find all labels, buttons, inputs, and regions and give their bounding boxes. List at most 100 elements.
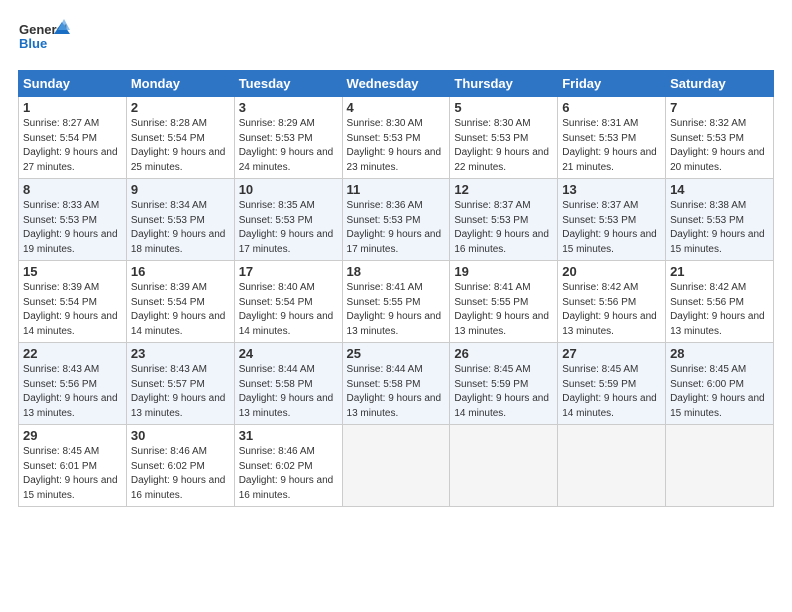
day-info: Sunrise: 8:45 AM Sunset: 5:59 PM Dayligh… xyxy=(562,363,661,421)
day-number: 1 xyxy=(23,100,122,115)
day-cell-31: 31 Sunrise: 8:46 AM Sunset: 6:02 PM Dayl… xyxy=(234,425,342,507)
day-number: 23 xyxy=(131,346,230,361)
day-info: Sunrise: 8:46 AM Sunset: 6:02 PM Dayligh… xyxy=(239,445,338,503)
day-cell-12: 12 Sunrise: 8:37 AM Sunset: 5:53 PM Dayl… xyxy=(450,179,558,261)
day-number: 31 xyxy=(239,428,338,443)
calendar-container: General Blue SundayMondayTuesdayWednesda… xyxy=(0,0,792,517)
day-cell-7: 7 Sunrise: 8:32 AM Sunset: 5:53 PM Dayli… xyxy=(666,97,774,179)
day-number: 2 xyxy=(131,100,230,115)
logo: General Blue xyxy=(18,18,70,62)
day-number: 25 xyxy=(347,346,446,361)
day-number: 26 xyxy=(454,346,553,361)
day-number: 4 xyxy=(347,100,446,115)
day-number: 14 xyxy=(670,182,769,197)
day-info: Sunrise: 8:37 AM Sunset: 5:53 PM Dayligh… xyxy=(454,199,553,257)
day-cell-22: 22 Sunrise: 8:43 AM Sunset: 5:56 PM Dayl… xyxy=(19,343,127,425)
day-info: Sunrise: 8:40 AM Sunset: 5:54 PM Dayligh… xyxy=(239,281,338,339)
day-info: Sunrise: 8:41 AM Sunset: 5:55 PM Dayligh… xyxy=(347,281,446,339)
day-info: Sunrise: 8:41 AM Sunset: 5:55 PM Dayligh… xyxy=(454,281,553,339)
header-row: SundayMondayTuesdayWednesdayThursdayFrid… xyxy=(19,71,774,97)
day-info: Sunrise: 8:45 AM Sunset: 6:00 PM Dayligh… xyxy=(670,363,769,421)
day-cell-25: 25 Sunrise: 8:44 AM Sunset: 5:58 PM Dayl… xyxy=(342,343,450,425)
day-info: Sunrise: 8:28 AM Sunset: 5:54 PM Dayligh… xyxy=(131,117,230,175)
day-cell-29: 29 Sunrise: 8:45 AM Sunset: 6:01 PM Dayl… xyxy=(19,425,127,507)
day-number: 12 xyxy=(454,182,553,197)
header-cell-sunday: Sunday xyxy=(19,71,127,97)
day-number: 3 xyxy=(239,100,338,115)
day-cell-15: 15 Sunrise: 8:39 AM Sunset: 5:54 PM Dayl… xyxy=(19,261,127,343)
day-cell-2: 2 Sunrise: 8:28 AM Sunset: 5:54 PM Dayli… xyxy=(126,97,234,179)
header-cell-friday: Friday xyxy=(558,71,666,97)
day-info: Sunrise: 8:39 AM Sunset: 5:54 PM Dayligh… xyxy=(23,281,122,339)
day-info: Sunrise: 8:36 AM Sunset: 5:53 PM Dayligh… xyxy=(347,199,446,257)
day-number: 11 xyxy=(347,182,446,197)
week-row-5: 29 Sunrise: 8:45 AM Sunset: 6:01 PM Dayl… xyxy=(19,425,774,507)
empty-cell xyxy=(666,425,774,507)
empty-cell xyxy=(450,425,558,507)
day-info: Sunrise: 8:31 AM Sunset: 5:53 PM Dayligh… xyxy=(562,117,661,175)
header-cell-saturday: Saturday xyxy=(666,71,774,97)
day-cell-27: 27 Sunrise: 8:45 AM Sunset: 5:59 PM Dayl… xyxy=(558,343,666,425)
day-info: Sunrise: 8:35 AM Sunset: 5:53 PM Dayligh… xyxy=(239,199,338,257)
header-cell-monday: Monday xyxy=(126,71,234,97)
day-cell-4: 4 Sunrise: 8:30 AM Sunset: 5:53 PM Dayli… xyxy=(342,97,450,179)
day-info: Sunrise: 8:30 AM Sunset: 5:53 PM Dayligh… xyxy=(454,117,553,175)
day-number: 17 xyxy=(239,264,338,279)
day-info: Sunrise: 8:46 AM Sunset: 6:02 PM Dayligh… xyxy=(131,445,230,503)
day-number: 24 xyxy=(239,346,338,361)
day-cell-21: 21 Sunrise: 8:42 AM Sunset: 5:56 PM Dayl… xyxy=(666,261,774,343)
day-info: Sunrise: 8:43 AM Sunset: 5:56 PM Dayligh… xyxy=(23,363,122,421)
day-cell-16: 16 Sunrise: 8:39 AM Sunset: 5:54 PM Dayl… xyxy=(126,261,234,343)
day-cell-10: 10 Sunrise: 8:35 AM Sunset: 5:53 PM Dayl… xyxy=(234,179,342,261)
day-info: Sunrise: 8:42 AM Sunset: 5:56 PM Dayligh… xyxy=(562,281,661,339)
day-number: 15 xyxy=(23,264,122,279)
day-info: Sunrise: 8:32 AM Sunset: 5:53 PM Dayligh… xyxy=(670,117,769,175)
week-row-2: 8 Sunrise: 8:33 AM Sunset: 5:53 PM Dayli… xyxy=(19,179,774,261)
empty-cell xyxy=(342,425,450,507)
header-cell-thursday: Thursday xyxy=(450,71,558,97)
day-cell-14: 14 Sunrise: 8:38 AM Sunset: 5:53 PM Dayl… xyxy=(666,179,774,261)
day-info: Sunrise: 8:43 AM Sunset: 5:57 PM Dayligh… xyxy=(131,363,230,421)
day-number: 7 xyxy=(670,100,769,115)
week-row-1: 1 Sunrise: 8:27 AM Sunset: 5:54 PM Dayli… xyxy=(19,97,774,179)
day-info: Sunrise: 8:38 AM Sunset: 5:53 PM Dayligh… xyxy=(670,199,769,257)
day-cell-17: 17 Sunrise: 8:40 AM Sunset: 5:54 PM Dayl… xyxy=(234,261,342,343)
week-row-3: 15 Sunrise: 8:39 AM Sunset: 5:54 PM Dayl… xyxy=(19,261,774,343)
day-cell-6: 6 Sunrise: 8:31 AM Sunset: 5:53 PM Dayli… xyxy=(558,97,666,179)
day-cell-28: 28 Sunrise: 8:45 AM Sunset: 6:00 PM Dayl… xyxy=(666,343,774,425)
day-info: Sunrise: 8:42 AM Sunset: 5:56 PM Dayligh… xyxy=(670,281,769,339)
day-number: 10 xyxy=(239,182,338,197)
logo-svg: General Blue xyxy=(18,18,70,62)
header-cell-tuesday: Tuesday xyxy=(234,71,342,97)
svg-text:Blue: Blue xyxy=(19,36,47,51)
day-info: Sunrise: 8:44 AM Sunset: 5:58 PM Dayligh… xyxy=(239,363,338,421)
day-number: 22 xyxy=(23,346,122,361)
day-info: Sunrise: 8:45 AM Sunset: 6:01 PM Dayligh… xyxy=(23,445,122,503)
day-cell-30: 30 Sunrise: 8:46 AM Sunset: 6:02 PM Dayl… xyxy=(126,425,234,507)
day-info: Sunrise: 8:30 AM Sunset: 5:53 PM Dayligh… xyxy=(347,117,446,175)
day-cell-18: 18 Sunrise: 8:41 AM Sunset: 5:55 PM Dayl… xyxy=(342,261,450,343)
day-info: Sunrise: 8:29 AM Sunset: 5:53 PM Dayligh… xyxy=(239,117,338,175)
day-cell-24: 24 Sunrise: 8:44 AM Sunset: 5:58 PM Dayl… xyxy=(234,343,342,425)
day-info: Sunrise: 8:45 AM Sunset: 5:59 PM Dayligh… xyxy=(454,363,553,421)
day-cell-20: 20 Sunrise: 8:42 AM Sunset: 5:56 PM Dayl… xyxy=(558,261,666,343)
day-cell-26: 26 Sunrise: 8:45 AM Sunset: 5:59 PM Dayl… xyxy=(450,343,558,425)
day-number: 9 xyxy=(131,182,230,197)
day-number: 21 xyxy=(670,264,769,279)
day-cell-5: 5 Sunrise: 8:30 AM Sunset: 5:53 PM Dayli… xyxy=(450,97,558,179)
day-number: 20 xyxy=(562,264,661,279)
day-cell-19: 19 Sunrise: 8:41 AM Sunset: 5:55 PM Dayl… xyxy=(450,261,558,343)
day-number: 8 xyxy=(23,182,122,197)
day-cell-1: 1 Sunrise: 8:27 AM Sunset: 5:54 PM Dayli… xyxy=(19,97,127,179)
day-info: Sunrise: 8:33 AM Sunset: 5:53 PM Dayligh… xyxy=(23,199,122,257)
empty-cell xyxy=(558,425,666,507)
day-number: 13 xyxy=(562,182,661,197)
day-cell-23: 23 Sunrise: 8:43 AM Sunset: 5:57 PM Dayl… xyxy=(126,343,234,425)
week-row-4: 22 Sunrise: 8:43 AM Sunset: 5:56 PM Dayl… xyxy=(19,343,774,425)
day-cell-11: 11 Sunrise: 8:36 AM Sunset: 5:53 PM Dayl… xyxy=(342,179,450,261)
day-number: 30 xyxy=(131,428,230,443)
day-cell-3: 3 Sunrise: 8:29 AM Sunset: 5:53 PM Dayli… xyxy=(234,97,342,179)
day-number: 27 xyxy=(562,346,661,361)
day-number: 16 xyxy=(131,264,230,279)
day-number: 18 xyxy=(347,264,446,279)
